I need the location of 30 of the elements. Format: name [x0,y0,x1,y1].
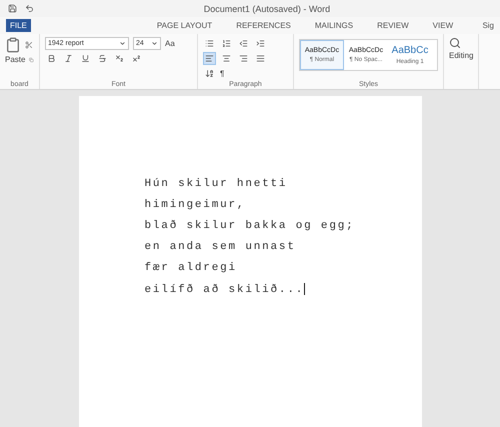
poem-line: Hún skilur hnetti [144,178,288,190]
poem-line: eilífð að skilið... [144,283,306,296]
sort-icon[interactable] [203,67,216,80]
undo-icon[interactable] [25,4,34,13]
ribbon-tab[interactable]: MAILINGS [310,19,358,32]
sign-in-link[interactable]: Sig [482,21,494,30]
poem-line: blað skilur bakka og egg; [144,220,356,232]
numbering-icon[interactable] [220,37,233,50]
poem-line: en anda sem unnast [144,241,297,253]
change-case-button[interactable]: Aa [165,39,175,48]
copy-icon[interactable] [29,56,34,64]
align-left-icon[interactable] [203,52,216,65]
editing-button[interactable]: Editing [449,51,474,60]
ribbon-tab[interactable]: VIEW [428,19,458,32]
ribbon-tab[interactable]: REFERENCES [232,19,295,32]
cut-icon[interactable] [25,41,33,49]
paste-button[interactable]: Paste [5,55,26,64]
ribbon-tab[interactable]: PAGE LAYOUT [152,19,216,32]
ribbon-tab[interactable]: REVIEW [373,19,413,32]
show-marks-button[interactable]: ¶ [220,69,224,78]
poem-line: fær aldregi [144,262,238,274]
search-icon[interactable] [449,37,461,49]
poem-line: himingeimur, [144,199,246,211]
file-tab[interactable]: FILE [6,19,31,32]
style-sample: AaBbCc [392,45,428,56]
underline-icon[interactable] [79,52,92,65]
clipboard-icon[interactable] [5,37,21,53]
save-icon[interactable] [8,4,17,13]
window-title: Document1 (Autosaved) - Word [202,4,332,14]
strikethrough-icon[interactable] [96,52,109,65]
